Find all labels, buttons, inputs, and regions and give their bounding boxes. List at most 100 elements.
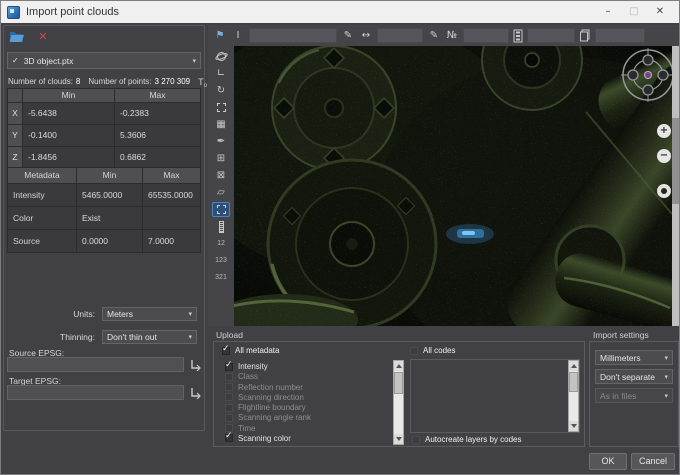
- import-units-select[interactable]: Millimeters ▾: [595, 350, 673, 365]
- polygon-select-icon[interactable]: ▱: [212, 185, 230, 200]
- toolbar-input-2[interactable]: [377, 28, 423, 43]
- list-item[interactable]: Time: [225, 424, 391, 433]
- checkbox: ✓: [222, 344, 230, 355]
- zoom-out-button[interactable]: −: [657, 149, 671, 163]
- viewport-scrollbar[interactable]: [672, 46, 679, 326]
- rotate-icon[interactable]: ↻: [212, 83, 230, 98]
- z-min-value: -1.8456: [23, 147, 114, 168]
- units-row: Units: Meters ▾: [4, 306, 201, 321]
- navigation-compass[interactable]: [620, 47, 672, 103]
- color-max: [143, 207, 200, 229]
- scroll-down-icon[interactable]: [569, 421, 578, 431]
- layers-mode-select[interactable]: As in files ▾: [595, 388, 673, 403]
- chevron-down-icon: ▾: [664, 353, 668, 362]
- all-codes-checkbox[interactable]: All codes: [410, 346, 455, 355]
- horizontal-measure-icon[interactable]: ↔: [359, 29, 373, 43]
- units-select[interactable]: Meters ▾: [102, 306, 197, 321]
- brush-icon[interactable]: ✒: [212, 134, 230, 149]
- import-settings-group: Millimeters ▾ Don't separate ▾ As in fil…: [589, 341, 679, 447]
- list-item[interactable]: Reflection number: [225, 383, 391, 392]
- scroll-up-icon[interactable]: [394, 361, 403, 371]
- remove-cloud-button[interactable]: ✕: [34, 29, 52, 44]
- coordinate-picker-icon[interactable]: [189, 359, 201, 371]
- bounds-corner-cell: [8, 89, 22, 102]
- grid-icon[interactable]: ▦: [212, 117, 230, 132]
- thinning-row: Thinning: Don't thin out ▾: [4, 329, 201, 344]
- scale-button-12[interactable]: 12: [212, 236, 230, 251]
- list-item[interactable]: Scanning angle rank: [225, 413, 391, 422]
- scroll-thumb[interactable]: [394, 372, 403, 394]
- list-item[interactable]: Scanning direction: [225, 393, 391, 402]
- zoom-in-button[interactable]: +: [657, 124, 671, 138]
- orbit-icon[interactable]: [212, 49, 230, 64]
- axis-label-z: Z: [8, 147, 22, 168]
- source-epsg-row: [7, 357, 201, 372]
- codes-list-scrollbar[interactable]: [568, 360, 579, 432]
- select-add-icon[interactable]: ⊞: [212, 151, 230, 166]
- upload-group: ✓ All metadata ✓ Intensity Class Reflecti…: [213, 341, 585, 447]
- pencil-icon[interactable]: ✎: [341, 29, 355, 43]
- point-cloud-viewport[interactable]: + −: [234, 46, 672, 326]
- toolbar-input-3[interactable]: [463, 28, 509, 43]
- autocreate-layers-checkbox[interactable]: Autocreate layers by codes: [412, 435, 522, 444]
- x-min-value: -5.6438: [23, 103, 114, 124]
- metadata-table: Metadata Min Max Intensity 5465.0000 655…: [7, 167, 201, 253]
- close-button[interactable]: ✕: [647, 2, 673, 22]
- film-strip-icon[interactable]: [513, 29, 523, 43]
- source-max: 7.0000: [143, 230, 200, 252]
- open-folder-icon: [9, 32, 24, 42]
- list-item[interactable]: ✓ Scanning color: [225, 431, 391, 443]
- points-count-label: Number of points:: [88, 77, 152, 86]
- chevron-down-icon: ▾: [188, 309, 192, 318]
- toolbar-input-4[interactable]: [527, 28, 575, 43]
- marquee-select-icon[interactable]: [212, 100, 230, 115]
- scroll-thumb[interactable]: [569, 372, 578, 392]
- orbit-center-button[interactable]: [657, 184, 671, 198]
- text-cursor-icon[interactable]: I: [231, 29, 245, 43]
- thinning-select[interactable]: Don't thin out ▾: [102, 329, 197, 344]
- minimize-button[interactable]: –: [595, 2, 621, 22]
- cloud-file-select[interactable]: ✓ 3D object.ptx ▾: [7, 52, 201, 69]
- cancel-button[interactable]: Cancel: [631, 453, 675, 470]
- select-remove-icon[interactable]: ⊠: [212, 168, 230, 183]
- import-settings-title: Import settings: [593, 330, 649, 340]
- list-item[interactable]: ✓ Intensity: [225, 360, 391, 371]
- all-metadata-checkbox[interactable]: ✓ All metadata: [222, 344, 279, 355]
- list-item[interactable]: Class: [225, 372, 391, 381]
- clouds-count-value: 8: [75, 77, 81, 86]
- open-folder-button[interactable]: [8, 29, 26, 44]
- axis-corner-icon[interactable]: ∟: [212, 66, 230, 81]
- ok-button[interactable]: OK: [589, 453, 627, 470]
- list-item[interactable]: Flightline boundary: [225, 403, 391, 412]
- numero-icon[interactable]: №: [445, 29, 459, 43]
- titlebar[interactable]: Import point clouds – □ ✕: [1, 1, 679, 23]
- select-points-icon[interactable]: [212, 202, 230, 217]
- chevron-down-icon: ▾: [664, 391, 668, 400]
- codes-list: [410, 359, 580, 433]
- toolbar-input-5[interactable]: [595, 28, 645, 43]
- coordinate-picker-icon[interactable]: [189, 387, 201, 399]
- t-zero-icon[interactable]: To: [198, 77, 207, 89]
- scroll-down-icon[interactable]: [394, 434, 403, 444]
- scale-button-321[interactable]: 321: [212, 270, 230, 285]
- chevron-down-icon: ▾: [188, 332, 192, 341]
- flag-tool-icon[interactable]: ⚑: [213, 29, 227, 43]
- vertical-ruler-icon[interactable]: [212, 219, 230, 234]
- pages-icon[interactable]: [579, 29, 591, 42]
- maximize-button[interactable]: □: [621, 2, 647, 22]
- left-panel: ✕ ✓ 3D object.ptx ▾ Number of clouds: 8 …: [3, 25, 207, 431]
- color-min: Exist: [77, 207, 142, 229]
- all-codes-label: All codes: [423, 346, 456, 355]
- separation-select[interactable]: Don't separate ▾: [595, 369, 673, 384]
- metadata-list-scrollbar[interactable]: [393, 360, 404, 445]
- toolbar-input-1[interactable]: [249, 28, 337, 43]
- metadata-row-name: Color: [8, 207, 76, 229]
- layers-mode-value: As in files: [600, 390, 637, 401]
- scroll-up-icon[interactable]: [569, 361, 578, 371]
- target-epsg-input[interactable]: [7, 385, 184, 400]
- scale-button-123[interactable]: 123: [212, 253, 230, 268]
- source-epsg-input[interactable]: [7, 357, 184, 372]
- chevron-down-icon: ▾: [664, 372, 668, 381]
- pencil-icon[interactable]: ✎: [427, 29, 441, 43]
- viewport-scrollbar-thumb[interactable]: [672, 118, 679, 204]
